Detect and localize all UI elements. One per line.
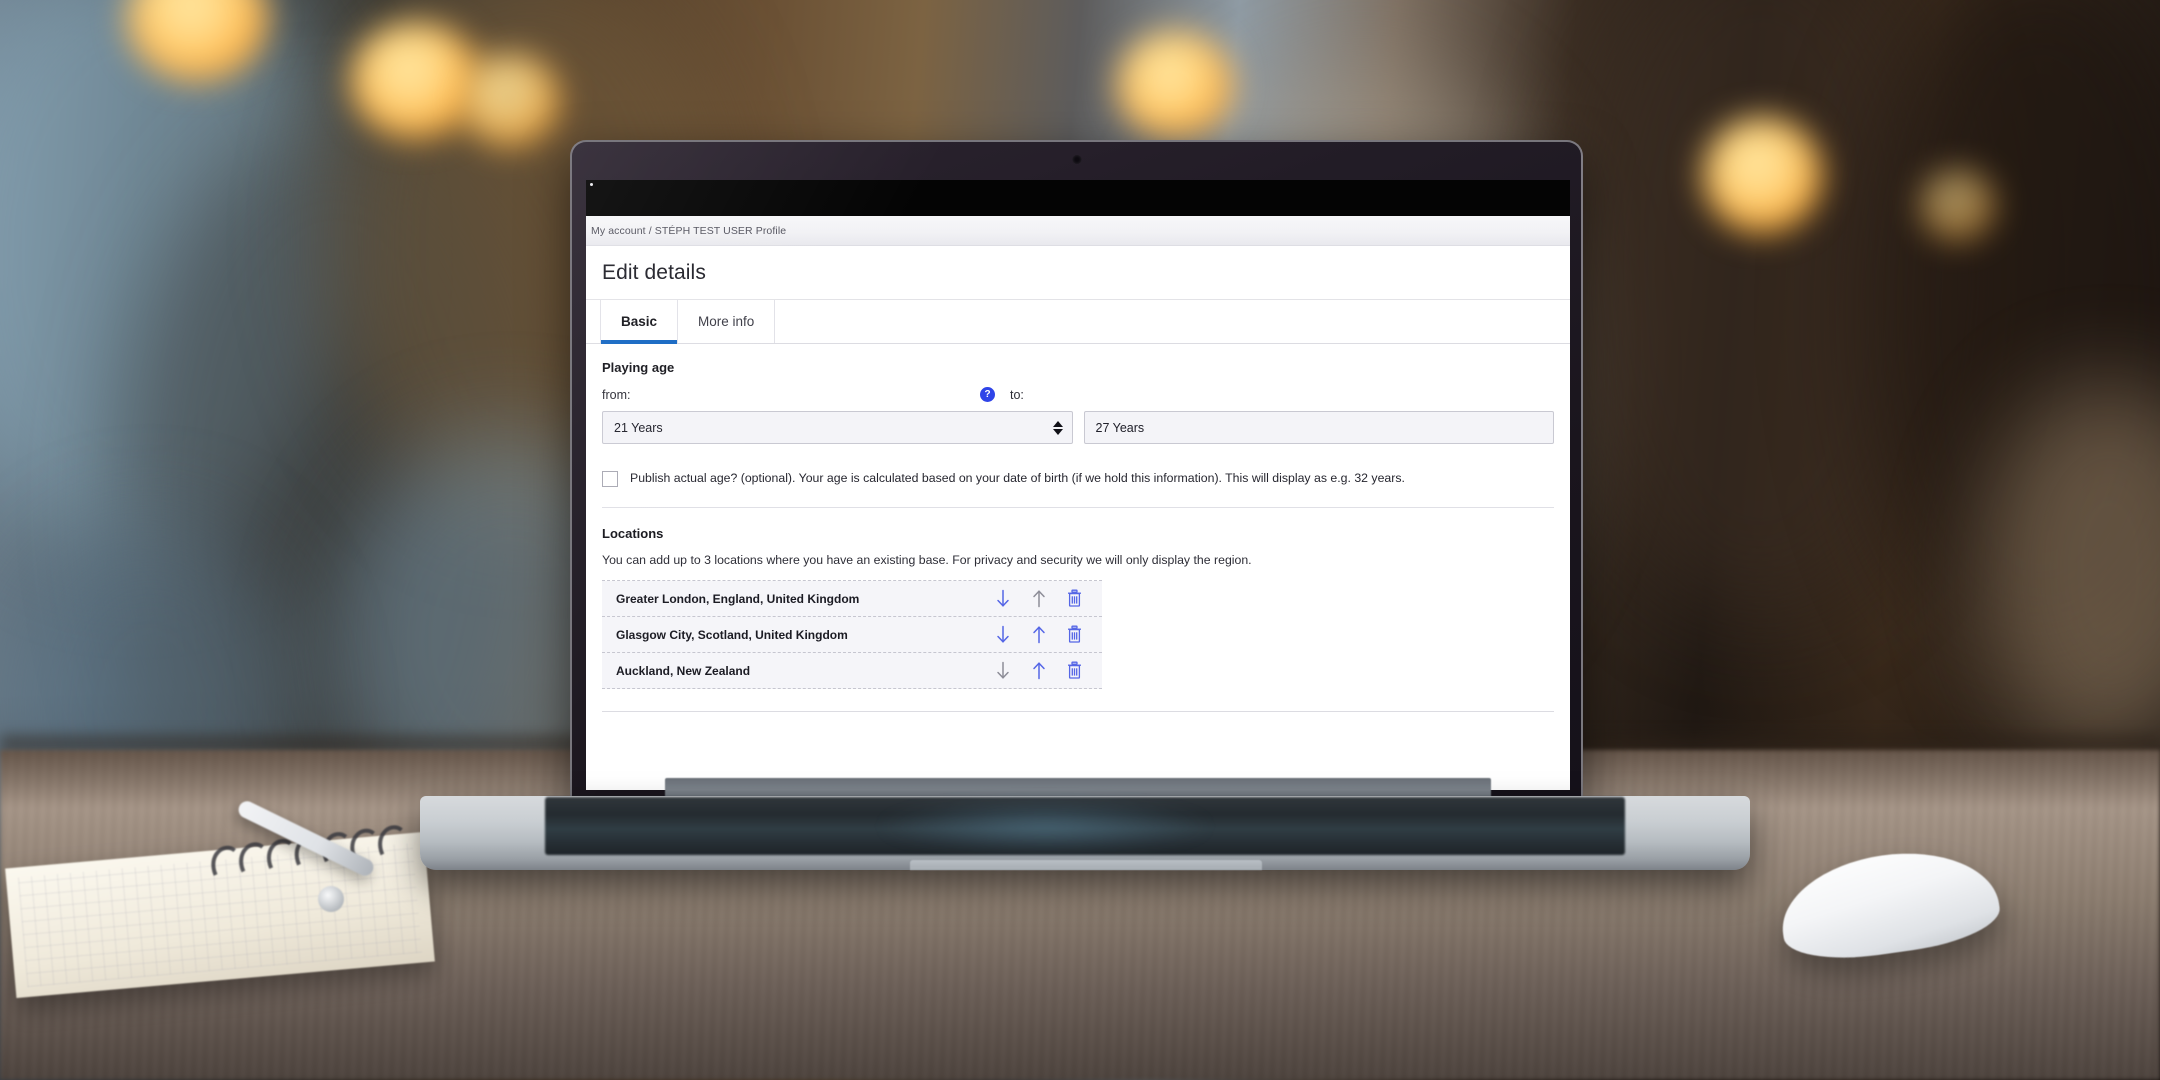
locations-description: You can add up to 3 locations where you …: [602, 553, 1252, 567]
move-up-icon: [1029, 588, 1048, 609]
move-up-icon[interactable]: [1029, 660, 1048, 681]
help-icon[interactable]: ?: [980, 387, 995, 402]
page-title: Edit details: [602, 260, 706, 284]
laptop: My account / STÉPH TEST USER Profile Edi…: [420, 140, 1750, 870]
tab-basic-label: Basic: [621, 314, 658, 329]
laptop-screen: My account / STÉPH TEST USER Profile Edi…: [586, 180, 1570, 790]
screen-artifact-dot: [590, 183, 593, 186]
pen-cap: [318, 886, 344, 912]
table-row: Auckland, New Zealand: [602, 653, 1102, 689]
browser-top-bar: [586, 180, 1570, 216]
row-actions: [993, 660, 1092, 681]
playing-age-from-input[interactable]: 21 Years: [602, 411, 1073, 444]
row-actions: [993, 624, 1092, 645]
tab-basic[interactable]: Basic: [600, 300, 679, 344]
playing-age-fields: 21 Years 27 Years: [602, 411, 1554, 444]
to-label: to:: [1010, 387, 1024, 402]
locations-list: Greater London, England, United Kingdom: [602, 580, 1102, 689]
section-divider: [602, 507, 1554, 508]
webcam-icon: [1072, 155, 1081, 164]
form-body: Playing age from: ? to: 21 Years 27 Year…: [586, 344, 1570, 712]
laptop-trackpad: [910, 860, 1262, 870]
locations-heading: Locations: [602, 526, 664, 541]
location-name: Greater London, England, United Kingdom: [616, 591, 860, 606]
number-stepper-icon[interactable]: [1052, 420, 1063, 435]
move-up-icon[interactable]: [1029, 624, 1048, 645]
location-name: Glasgow City, Scotland, United Kingdom: [616, 627, 848, 642]
photo-scene: My account / STÉPH TEST USER Profile Edi…: [0, 0, 2160, 1080]
publish-age-label: Publish actual age? (optional). Your age…: [630, 471, 1405, 485]
playing-age-from-value: 21 Years: [614, 420, 663, 435]
tab-bar: Basic More info: [586, 300, 1570, 344]
tab-more-info[interactable]: More info: [677, 300, 776, 343]
move-down-icon: [993, 660, 1012, 681]
delete-icon[interactable]: [1065, 624, 1084, 645]
keyboard-backlight-glow: [880, 800, 1210, 852]
move-down-icon[interactable]: [993, 588, 1012, 609]
row-actions: [993, 588, 1092, 609]
playing-age-to-value: 27 Years: [1095, 420, 1145, 435]
delete-icon[interactable]: [1065, 588, 1084, 609]
tab-more-info-label: More info: [698, 314, 755, 329]
table-row: Glasgow City, Scotland, United Kingdom: [602, 617, 1102, 653]
table-row: Greater London, England, United Kingdom: [602, 581, 1102, 617]
location-name: Auckland, New Zealand: [616, 663, 751, 678]
breadcrumb[interactable]: My account / STÉPH TEST USER Profile: [591, 225, 786, 237]
laptop-lid: My account / STÉPH TEST USER Profile Edi…: [570, 140, 1583, 800]
from-label: from:: [602, 387, 631, 402]
publish-age-row: Publish actual age? (optional). Your age…: [602, 470, 1554, 507]
publish-age-checkbox[interactable]: [602, 471, 618, 487]
playing-age-labels: from: ? to:: [602, 387, 1554, 402]
page-header: Edit details: [586, 246, 1570, 300]
playing-age-heading: Playing age: [602, 360, 675, 375]
playing-age-to-input[interactable]: 27 Years: [1083, 411, 1554, 444]
breadcrumb-bar: My account / STÉPH TEST USER Profile: [586, 216, 1570, 246]
move-down-icon[interactable]: [993, 624, 1012, 645]
bottom-divider: [602, 711, 1554, 712]
delete-icon[interactable]: [1065, 660, 1084, 681]
